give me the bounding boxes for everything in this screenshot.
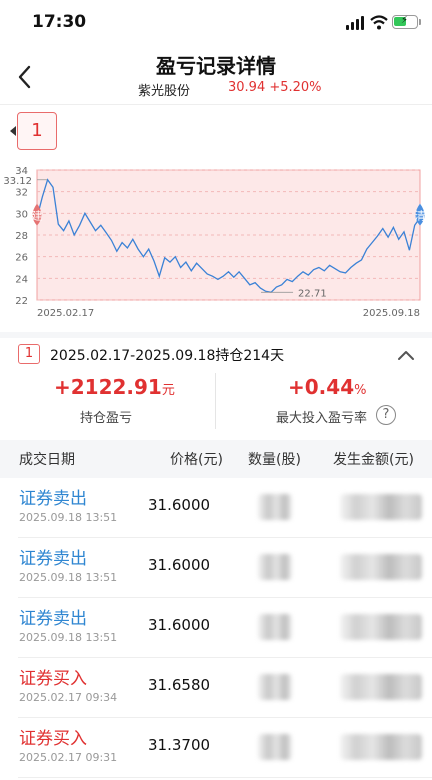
amount-masked (340, 734, 422, 760)
quantity-masked (258, 674, 292, 700)
chart-x-start: 2025.02.17 (37, 308, 94, 319)
col-amount: 发生金额(元) (333, 452, 414, 468)
chart-y-tick: 32 (15, 188, 28, 199)
battery-icon: ⚡ (392, 15, 418, 29)
quantity-masked (258, 614, 292, 640)
clear-marker-label: 清 (415, 210, 426, 223)
help-icon[interactable]: ? (376, 405, 396, 425)
holding-profit-number: +2122.91 (54, 375, 162, 399)
summary-separator (215, 373, 216, 429)
quantity-masked (258, 554, 292, 580)
chart-y-tick: 26 (15, 253, 28, 264)
col-trade-date: 成交日期 (19, 452, 75, 468)
status-time: 17:30 (32, 12, 87, 32)
table-row[interactable]: 证券卖出 2025.09.18 13:51 31.6000 (0, 538, 432, 598)
max-rate-unit: % (354, 383, 367, 398)
table-row[interactable]: 证券卖出 2025.09.18 13:51 31.6000 (0, 478, 432, 538)
trade-type: 证券卖出 (19, 549, 87, 569)
stock-price: 30.94 +5.20% (228, 80, 322, 95)
table-header: 成交日期 价格(元) 数量(股) 发生金额(元) (0, 440, 432, 478)
page-title: 盈亏记录详情 (156, 54, 276, 78)
quantity-masked (258, 494, 292, 520)
chart-max-label: 33.12 (3, 176, 32, 187)
trade-price: 31.3700 (148, 736, 211, 754)
trade-price: 31.6000 (148, 556, 211, 574)
trade-time: 2025.02.17 09:31 (19, 751, 118, 764)
trade-type: 证券买入 (19, 669, 87, 689)
trade-time: 2025.02.17 09:34 (19, 691, 118, 704)
amount-masked (340, 494, 422, 520)
amount-masked (340, 554, 422, 580)
table-row[interactable]: 证券买入 2025.02.17 09:34 31.6580 (0, 658, 432, 718)
chart-min-label: 22.71 (298, 288, 327, 299)
position-badge[interactable]: 1 (17, 112, 57, 150)
stock-name: 紫光股份 (138, 84, 191, 99)
holding-profit-value: +2122.91元 (54, 375, 175, 399)
chart-x-end: 2025.09.18 (363, 308, 420, 319)
col-price: 价格(元) (170, 452, 223, 468)
trade-time: 2025.09.18 13:51 (19, 571, 118, 584)
header-divider (0, 104, 432, 105)
chart-y-tick: 28 (15, 231, 28, 242)
trade-price: 31.6000 (148, 496, 211, 514)
trade-price: 31.6000 (148, 616, 211, 634)
table-row[interactable]: 证券卖出 2025.09.18 13:51 31.6000 (0, 598, 432, 658)
trade-time: 2025.09.18 13:51 (19, 511, 118, 524)
max-rate-label: 最大投入盈亏率 (276, 411, 368, 426)
max-rate-number: +0.44 (288, 375, 355, 399)
trade-type: 证券卖出 (19, 609, 87, 629)
max-rate-value: +0.44% (288, 375, 366, 399)
chart-y-tick: 24 (15, 274, 28, 285)
trade-type: 证券买入 (19, 729, 87, 749)
chart-y-tick: 22 (15, 296, 28, 307)
amount-masked (340, 614, 422, 640)
wifi-icon (370, 15, 388, 30)
holding-profit-unit: 元 (161, 383, 175, 398)
chart-y-tick: 30 (15, 209, 28, 220)
trade-time: 2025.09.18 13:51 (19, 631, 118, 644)
amount-masked (340, 674, 422, 700)
status-bar: 17:30 ⚡ (0, 0, 432, 44)
range-badge: 1 (18, 344, 40, 364)
quantity-masked (258, 734, 292, 760)
trade-price: 31.6580 (148, 676, 211, 694)
collapse-button[interactable] (396, 348, 416, 362)
trade-type: 证券卖出 (19, 489, 87, 509)
holding-profit-label: 持仓盈亏 (80, 411, 133, 426)
buy-marker-label: 建 (32, 209, 43, 223)
col-quantity: 数量(股) (248, 452, 301, 468)
holding-range: 2025.02.17-2025.09.18持仓214天 (50, 348, 285, 364)
price-chart: 3432302826242233.1222.71建 清2025.02.17 2025… (3, 166, 426, 319)
section-divider (0, 332, 432, 338)
table-row[interactable]: 证券买入 2025.02.17 09:31 31.3700 (0, 718, 432, 778)
signal-icon (346, 16, 366, 30)
badge-pointer-icon (10, 126, 16, 136)
